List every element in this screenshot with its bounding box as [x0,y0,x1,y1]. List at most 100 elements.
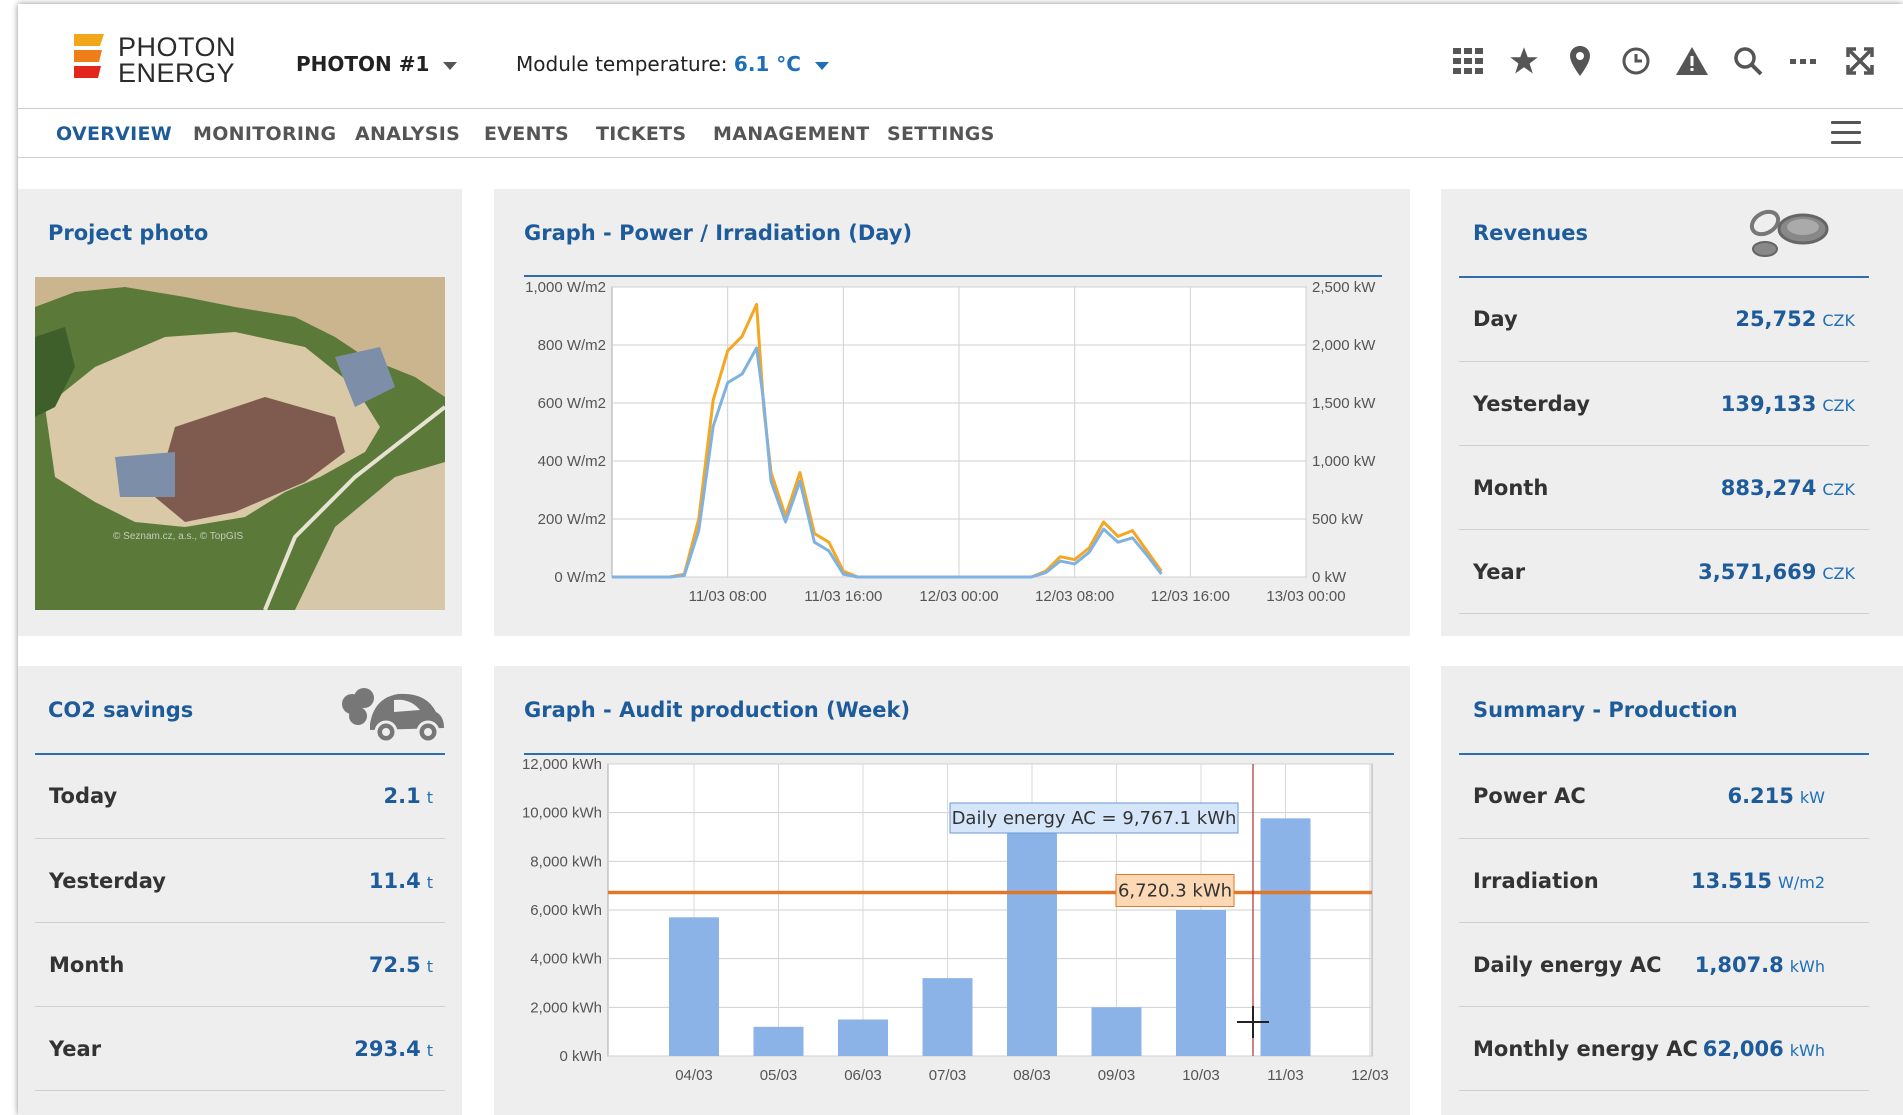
photon-energy-logo[interactable]: PHOTON ENERGY [74,34,274,90]
power-irradiation-graph-panel: Graph - Power / Irradiation (Day) 0 W/m2… [494,189,1410,636]
stat-row: Month 72.5 t [35,922,445,1007]
chevron-down-icon [814,61,829,70]
stat-row: Month 883,274 CZK [1459,445,1869,530]
x-tick-label: 12/03 [1351,1067,1389,1084]
x-tick-label: 08/03 [1013,1067,1051,1084]
stat-row: Power AC 6.215 kW [1459,754,1869,838]
unit-label: t [426,788,433,807]
y-tick-label: 8,000 kWh [530,853,602,870]
star-icon[interactable] [1507,44,1541,78]
x-tick-label: 13/03 00:00 [1266,588,1345,605]
stat-row: Year 293.4 t [35,1006,445,1091]
x-tick-label: 10/03 [1182,1067,1220,1084]
stat-label: Year [1473,560,1526,584]
y-tick-label: 12,000 kWh [522,756,602,773]
row-divider [1459,613,1869,614]
stat-value: 2.1 t [383,784,433,808]
logo-text: PHOTON ENERGY [118,32,237,88]
stat-label: Month [1473,476,1549,500]
y-right-tick-label: 2,000 kW [1312,337,1376,354]
co2-savings-panel: CO2 savings Today 2.1 t Yesterday 11.4 t Month… [18,666,462,1115]
stat-value: 293.4 t [354,1037,433,1061]
coins-icon [1749,209,1829,257]
x-tick-label: 05/03 [760,1067,798,1084]
unit-label: CZK [1822,396,1855,415]
unit-label: kW [1799,788,1825,807]
stat-label: Irradiation [1473,869,1599,893]
unit-label: CZK [1822,311,1855,330]
tab-events[interactable]: EVENTS [484,123,569,145]
bar [1007,829,1057,1056]
unit-label: t [426,957,433,976]
plant-selector[interactable]: PHOTON #1 [296,52,458,76]
stat-label: Today [49,784,118,808]
stat-value: 883,274 CZK [1720,476,1855,500]
bar [922,978,973,1056]
stat-value: 139,133 CZK [1720,392,1855,416]
audit-production-chart[interactable]: 0 kWh 2,000 kWh 4,000 kWh 6,000 kWh 8,000 kW… [494,756,1410,1112]
y-left-tick-label: 400 W/m2 [538,453,606,470]
power-irradiation-chart[interactable]: 0 W/m2 0 kW 200 W/m2 500 kW 400 W/m2 1,000 kW… [494,279,1410,629]
tab-monitoring[interactable]: MONITORING [193,123,336,145]
audit-production-graph-panel: Graph - Audit production (Week) 0 kWh 2,0… [494,666,1410,1115]
stat-label: Power AC [1473,784,1586,808]
stat-row: Monthly energy AC 62,006 kWh [1459,1006,1869,1091]
tab-settings[interactable]: SETTINGS [887,123,995,145]
y-right-tick-label: 1,500 kW [1312,395,1376,412]
module-temperature-selector[interactable]: Module temperature: 6.1 °C [516,52,829,76]
tab-tickets[interactable]: TICKETS [596,123,686,145]
x-tick-label: 12/03 16:00 [1151,588,1230,605]
tab-analysis[interactable]: ANALYSIS [355,123,460,145]
top-header: PHOTON ENERGY PHOTON #1 Module temperatu… [18,4,1903,109]
panel-title: Project photo [48,221,209,245]
x-tick-label: 06/03 [844,1067,882,1084]
map-pin-icon[interactable] [1563,44,1597,78]
project-aerial-photo[interactable]: © Seznam.cz, a.s., © TopGIS [35,277,445,610]
reference-label-text: 6,720.3 kWh [1118,880,1232,901]
stat-row: Today 2.1 t [35,754,445,838]
clock-icon[interactable] [1619,44,1653,78]
stat-label: Monthly energy AC [1473,1037,1698,1061]
stat-label: Month [49,953,125,977]
stat-value: 1,807.8 kWh [1694,953,1825,977]
panel-title: Revenues [1473,221,1588,245]
y-tick-label: 0 kWh [559,1048,602,1065]
y-left-tick-label: 200 W/m2 [538,511,606,528]
row-divider [35,1090,445,1091]
stat-label: Yesterday [49,869,166,893]
grid-icon[interactable] [1451,44,1485,78]
stat-label: Yesterday [1473,392,1590,416]
tooltip-text: Daily energy AC = 9,767.1 kWh [952,808,1237,829]
stat-row: Yesterday 11.4 t [35,838,445,923]
bar [1260,818,1311,1056]
search-icon[interactable] [1731,44,1765,78]
y-right-tick-label: 500 kW [1312,511,1364,528]
y-tick-label: 6,000 kWh [530,902,602,919]
y-left-tick-label: 800 W/m2 [538,337,606,354]
unit-label: kWh [1789,1041,1825,1060]
y-right-tick-label: 0 kW [1312,569,1347,586]
y-tick-label: 10,000 kWh [522,805,602,822]
tab-overview[interactable]: OVERVIEW [56,123,172,145]
stat-row: Irradiation 13.515 W/m2 [1459,838,1869,923]
fullscreen-icon[interactable] [1843,44,1877,78]
y-right-tick-label: 1,000 kW [1312,453,1376,470]
unit-label: kWh [1789,957,1825,976]
stat-row: Year 3,571,669 CZK [1459,529,1869,614]
bar [669,917,719,1056]
row-divider [1459,1090,1869,1091]
stat-value: 72.5 t [368,953,433,977]
revenues-panel: Revenues Day 25,752 CZK Yesterday 139,133 CZK… [1441,189,1903,636]
tab-management[interactable]: MANAGEMENT [713,123,870,145]
stat-value: 6.215 kW [1727,784,1825,808]
y-tick-label: 4,000 kWh [530,951,602,968]
stat-value: 3,571,669 CZK [1698,560,1855,584]
stat-value: 25,752 CZK [1735,307,1855,331]
x-tick-label: 07/03 [929,1067,967,1084]
bar [753,1026,804,1056]
alert-icon[interactable] [1675,44,1709,78]
title-divider [524,753,1394,755]
hamburger-menu-icon[interactable] [1831,121,1861,145]
more-icon[interactable] [1787,44,1821,78]
logo-mark-icon [74,34,104,78]
